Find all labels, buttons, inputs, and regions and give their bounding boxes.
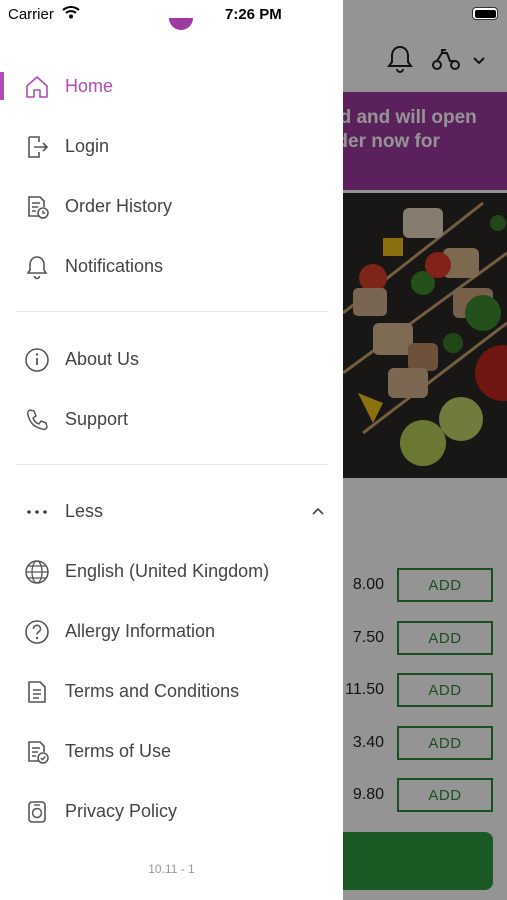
menu-item-terms-and-conditions[interactable]: Terms and Conditions [0, 667, 343, 715]
document-icon [28, 681, 46, 703]
phone-icon [26, 409, 48, 431]
document-check-icon [28, 741, 49, 764]
menu-item-label: Notifications [65, 256, 164, 276]
menu-item-label: Terms and Conditions [65, 681, 240, 701]
menu-item-terms-of-use[interactable]: Terms of Use [0, 727, 343, 775]
menu-item-label: Allergy Information [65, 621, 216, 641]
divider [16, 464, 328, 465]
globe-icon [25, 560, 49, 584]
info-icon [25, 348, 49, 372]
menu-item-language[interactable]: English (United Kingdom) [0, 547, 343, 595]
bell-icon [26, 256, 48, 280]
status-bar: Carrier 7:26 PM [0, 0, 507, 30]
menu-item-label: Terms of Use [65, 741, 172, 761]
drawer-scrim[interactable] [343, 0, 507, 900]
carrier-label: Carrier [8, 6, 54, 23]
privacy-icon [28, 801, 46, 823]
menu-item-label: Less [65, 501, 104, 521]
menu-item-label: Home [65, 76, 114, 96]
home-icon [26, 76, 48, 98]
chevron-up-icon[interactable] [310, 504, 326, 518]
menu-item-about-us[interactable]: About Us [0, 335, 343, 383]
menu-item-order-history[interactable]: Order History [0, 182, 343, 230]
battery-icon [472, 7, 498, 20]
menu-item-label: English (United Kingdom) [65, 561, 270, 581]
menu-item-support[interactable]: Support [0, 395, 343, 443]
menu-item-less[interactable]: Less [0, 487, 343, 535]
clock: 7:26 PM [225, 6, 282, 23]
menu-item-label: Privacy Policy [65, 801, 178, 821]
menu-item-label: Order History [65, 196, 173, 216]
wifi-icon [62, 6, 80, 19]
menu-item-label: Login [65, 136, 110, 156]
menu-item-label: About Us [65, 349, 140, 369]
divider [16, 311, 328, 312]
menu-item-notifications[interactable]: Notifications [0, 242, 343, 290]
menu-item-label: Support [65, 409, 129, 429]
more-dots-icon [27, 510, 47, 514]
menu-item-privacy-policy[interactable]: Privacy Policy [0, 787, 343, 835]
question-icon [25, 620, 49, 644]
navigation-drawer: Home Login Order History Notifications A… [0, 0, 343, 900]
menu-item-home[interactable]: Home [0, 62, 343, 110]
menu-item-login[interactable]: Login [0, 122, 343, 170]
order-history-icon [28, 196, 49, 219]
menu-item-allergy-information[interactable]: Allergy Information [0, 607, 343, 655]
login-icon [28, 136, 49, 158]
app-version: 10.11 - 1 [148, 862, 195, 876]
